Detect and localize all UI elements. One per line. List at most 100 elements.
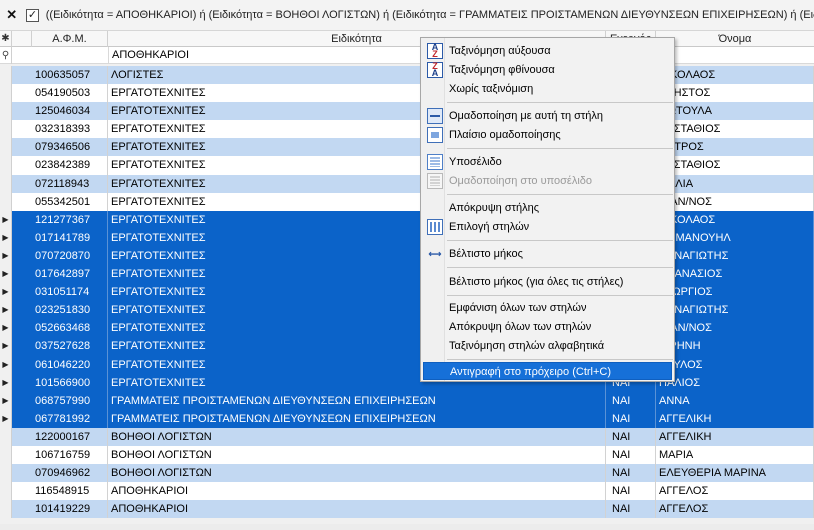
cell-active[interactable]: ΝΑΙ bbox=[606, 409, 656, 428]
table-row[interactable]: ▶052663468ΕΡΓΑΤΟΤΕΧΝΙΤΕΣΝΑΙΙΩΑΝ/ΝΟΣ bbox=[0, 319, 814, 338]
table-row[interactable]: ▶ 068757990 ΓΡΑΜΜΑΤΕΙΣ ΠΡΟΙΣΤΑΜΕΝΩΝ ΔΙΕΥΘΥ… bbox=[0, 391, 814, 410]
cell-specialty[interactable]: ΑΠΟΘΗΚΑΡΙΟΙ bbox=[108, 482, 606, 501]
menu-item-group-box[interactable]: Πλαίσιο ομαδοποίησης bbox=[423, 126, 672, 144]
cell-name[interactable]: ΑΓΓΕΛΙΚΗ bbox=[656, 427, 814, 446]
menu-item-sort-descending[interactable]: ZA Ταξινόμηση φθίνουσα bbox=[423, 61, 672, 79]
cell-afm[interactable]: 116548915 bbox=[32, 482, 108, 501]
cell-afm[interactable]: 125046034 bbox=[32, 102, 108, 121]
table-row[interactable]: ▶017642897ΕΡΓΑΤΟΤΕΧΝΙΤΕΣΝΑΙΑΘΑΝΑΣΙΟΣ bbox=[0, 265, 814, 284]
cell-specialty[interactable]: ΒΟΗΘΟΙ ΛΟΓΙΣΤΩΝ bbox=[108, 427, 606, 446]
cell-name[interactable]: ΕΜΜΑΝΟΥΗΛ bbox=[656, 228, 814, 247]
cell-name[interactable]: ΙΤΑΛΙΑ bbox=[656, 174, 814, 193]
cell-afm[interactable]: 070946962 bbox=[32, 464, 108, 483]
cell-name[interactable]: ΠΑΛΙΟΣ bbox=[656, 373, 814, 392]
cell-afm[interactable]: 061046220 bbox=[32, 355, 108, 374]
cell-afm[interactable]: 101419229 bbox=[32, 500, 108, 519]
cell-name[interactable]: ΧΡΗΣΤΟΣ bbox=[656, 84, 814, 103]
table-row[interactable]: ▶061046220ΕΡΓΑΤΟΤΕΧΝΙΤΕΣΝΑΙΠΑΥΛΟΣ bbox=[0, 355, 814, 374]
cell-afm[interactable]: 023251830 bbox=[32, 301, 108, 320]
cell-name[interactable]: ΑΓΓΕΛΟΣ bbox=[656, 482, 814, 501]
menu-item-no-sort[interactable]: Χωρίς ταξινόμιση bbox=[423, 80, 672, 98]
cell-specialty[interactable]: ΓΡΑΜΜΑΤΕΙΣ ΠΡΟΙΣΤΑΜΕΝΩΝ ΔΙΕΥΘΥΝΣΕΩΝ ΕΠΙΧ… bbox=[108, 391, 606, 410]
table-row[interactable]: 079346506ΕΡΓΑΤΟΤΕΧΝΙΤΕΣΝΑΙΠΕΤΡΟΣ bbox=[0, 138, 814, 157]
table-row[interactable]: 070946962 ΒΟΗΘΟΙ ΛΟΓΙΣΤΩΝ ΝΑΙ ΕΛΕΥΘΕΡΙΑ ΜΑΡ… bbox=[0, 464, 814, 483]
cell-name[interactable]: ΑΓΓΕΛΟΣ bbox=[656, 500, 814, 519]
cell-afm[interactable]: 122000167 bbox=[32, 427, 108, 446]
cell-afm[interactable]: 017642897 bbox=[32, 265, 108, 284]
menu-item-best-fit[interactable]: ⟷ Βέλτιστο μήκος bbox=[423, 245, 672, 263]
table-row[interactable]: 125046034ΕΡΓΑΤΟΤΕΧΝΙΤΕΣΝΑΙΦΩΤΟΥΛΑ bbox=[0, 102, 814, 121]
cell-specialty[interactable]: ΒΟΗΘΟΙ ΛΟΓΙΣΤΩΝ bbox=[108, 445, 606, 465]
cell-name[interactable]: ΝΙΚΟΛΑΟΣ bbox=[656, 66, 814, 85]
close-filter-icon[interactable]: ✕ bbox=[5, 7, 18, 22]
cell-name[interactable]: ΕΛΕΥΘΕΡΙΑ ΜΑΡΙΝΑ bbox=[656, 464, 814, 483]
cell-afm[interactable]: 100635057 bbox=[32, 66, 108, 85]
menu-item-sort-columns-alpha[interactable]: Ταξινόμηση στηλών αλφαβητικά bbox=[423, 337, 672, 355]
cell-name[interactable]: ΠΑΥΛΟΣ bbox=[656, 355, 814, 374]
table-row[interactable]: ▶023251830ΕΡΓΑΤΟΤΕΧΝΙΤΕΣΝΑΙΠΑΝΑΓΙΩΤΗΣ bbox=[0, 301, 814, 320]
cell-afm[interactable]: 070720870 bbox=[32, 246, 108, 266]
cell-afm[interactable]: 072118943 bbox=[32, 174, 108, 193]
cell-name[interactable]: ΕΥΣΤΑΘΙΟΣ bbox=[656, 120, 814, 139]
cell-afm[interactable]: 121277367 bbox=[32, 210, 108, 229]
cell-afm[interactable]: 023842389 bbox=[32, 156, 108, 175]
table-row[interactable]: 032318393ΕΡΓΑΤΟΤΕΧΝΙΤΕΣΝΑΙΕΥΣΤΑΘΙΟΣ bbox=[0, 120, 814, 139]
table-row[interactable]: ▶121277367ΕΡΓΑΤΟΤΕΧΝΙΤΕΣΝΑΙΝΙΚΟΛΑΟΣ bbox=[0, 210, 814, 229]
cell-afm[interactable]: 101566900 bbox=[32, 373, 108, 392]
cell-afm[interactable]: 054190503 bbox=[32, 84, 108, 103]
table-row[interactable]: 106716759 ΒΟΗΘΟΙ ΛΟΓΙΣΤΩΝ ΝΑΙ ΜΑΡΙΑ bbox=[0, 445, 814, 465]
table-row[interactable]: 055342501ΕΡΓΑΤΟΤΕΧΝΙΤΕΣΝΑΙΙΩΑΝ/ΝΟΣ bbox=[0, 192, 814, 211]
cell-afm[interactable]: 017141789 bbox=[32, 228, 108, 247]
cell-afm[interactable]: 031051174 bbox=[32, 283, 108, 302]
table-row[interactable]: ▶ 067781992 ΓΡΑΜΜΑΤΕΙΣ ΠΡΟΙΣΤΑΜΕΝΩΝ ΔΙΕΥΘΥ… bbox=[0, 409, 814, 428]
cell-afm[interactable]: 079346506 bbox=[32, 138, 108, 157]
cell-afm[interactable]: 068757990 bbox=[32, 391, 108, 410]
menu-item-group-by-column[interactable]: Ομαδοποίηση με αυτή τη στήλη bbox=[423, 107, 672, 125]
table-row[interactable]: 023842389ΕΡΓΑΤΟΤΕΧΝΙΤΕΣΝΑΙΕΥΣΤΑΘΙΟΣ bbox=[0, 156, 814, 175]
table-row[interactable]: ▶070720870ΕΡΓΑΤΟΤΕΧΝΙΤΕΣΝΑΙΠΑΝΑΓΙΩΤΗΣ bbox=[0, 246, 814, 266]
menu-item-show-all-columns[interactable]: Εμφάνιση όλων των στηλών bbox=[423, 299, 672, 317]
cell-afm[interactable]: 106716759 bbox=[32, 445, 108, 465]
cell-name[interactable]: ΕΥΣΤΑΘΙΟΣ bbox=[656, 156, 814, 175]
menu-item-hide-column[interactable]: Απόκρυψη στήλης bbox=[423, 199, 672, 217]
filter-expression[interactable]: ((Ειδικότητα = ΑΠΟΘΗΚΑΡΙΟΙ) ή (Ειδικότητ… bbox=[46, 9, 814, 21]
cell-active[interactable]: ΝΑΙ bbox=[606, 482, 656, 501]
cell-name[interactable]: ΙΩΑΝ/ΝΟΣ bbox=[656, 192, 814, 211]
cell-specialty[interactable]: ΓΡΑΜΜΑΤΕΙΣ ΠΡΟΙΣΤΑΜΕΝΩΝ ΔΙΕΥΘΥΝΣΕΩΝ ΕΠΙΧ… bbox=[108, 409, 606, 428]
cell-name[interactable]: ΑΝΝΑ bbox=[656, 391, 814, 410]
cell-specialty[interactable]: ΒΟΗΘΟΙ ΛΟΓΙΣΤΩΝ bbox=[108, 464, 606, 483]
menu-item-best-fit-all[interactable]: Βέλτιστο μήκος (για όλες τις στήλες) bbox=[423, 273, 672, 291]
table-row[interactable]: 100635057ΛΟΓΙΣΤΕΣΝΑΙΝΙΚΟΛΑΟΣ bbox=[0, 66, 814, 85]
cell-active[interactable]: ΝΑΙ bbox=[606, 391, 656, 410]
cell-afm[interactable]: 067781992 bbox=[32, 409, 108, 428]
table-row[interactable]: ▶031051174ΕΡΓΑΤΟΤΕΧΝΙΤΕΣΝΑΙΓΕΩΡΓΙΟΣ bbox=[0, 283, 814, 302]
table-row[interactable]: 072118943ΕΡΓΑΤΟΤΕΧΝΙΤΕΣΝΑΙΙΤΑΛΙΑ bbox=[0, 174, 814, 193]
cell-name[interactable]: ΦΩΤΟΥΛΑ bbox=[656, 102, 814, 121]
table-row[interactable]: 054190503ΕΡΓΑΤΟΤΕΧΝΙΤΕΣΝΑΙΧΡΗΣΤΟΣ bbox=[0, 84, 814, 103]
table-row[interactable]: 101419229 ΑΠΟΘΗΚΑΡΙΟΙ ΝΑΙ ΑΓΓΕΛΟΣ bbox=[0, 500, 814, 519]
cell-name[interactable]: ΠΑΝΑΓΙΩΤΗΣ bbox=[656, 301, 814, 320]
cell-name[interactable]: ΑΓΓΕΛΙΚΗ bbox=[656, 409, 814, 428]
cell-name[interactable]: ΓΕΩΡΓΙΟΣ bbox=[656, 283, 814, 302]
cell-afm[interactable]: 052663468 bbox=[32, 319, 108, 338]
cell-name[interactable]: ΜΑΡΙΑ bbox=[656, 445, 814, 465]
header-afm[interactable]: Α.Φ.Μ. bbox=[32, 31, 108, 47]
cell-active[interactable]: ΝΑΙ bbox=[606, 427, 656, 446]
table-row[interactable]: 122000167 ΒΟΗΘΟΙ ΛΟΓΙΣΤΩΝ ΝΑΙ ΑΓΓΕΛΙΚΗ bbox=[0, 427, 814, 446]
cell-name[interactable]: ΕΙΡΗΝΗ bbox=[656, 337, 814, 356]
cell-active[interactable]: ΝΑΙ bbox=[606, 445, 656, 465]
table-row[interactable]: ▶017141789ΕΡΓΑΤΟΤΕΧΝΙΤΕΣΝΑΙΕΜΜΑΝΟΥΗΛ bbox=[0, 228, 814, 247]
cell-name[interactable]: ΙΩΑΝ/ΝΟΣ bbox=[656, 319, 814, 338]
cell-name[interactable]: ΑΘΑΝΑΣΙΟΣ bbox=[656, 265, 814, 284]
cell-active[interactable]: ΝΑΙ bbox=[606, 500, 656, 519]
cell-name[interactable]: ΝΙΚΟΛΑΟΣ bbox=[656, 210, 814, 229]
cell-afm[interactable]: 037527628 bbox=[32, 337, 108, 356]
header-name[interactable]: Όνομα bbox=[656, 31, 814, 47]
table-row[interactable]: ▶037527628ΕΡΓΑΤΟΤΕΧΝΙΤΕΣΝΑΙΕΙΡΗΝΗ bbox=[0, 337, 814, 356]
cell-name[interactable]: ΠΕΤΡΟΣ bbox=[656, 138, 814, 157]
menu-item-copy-clipboard[interactable]: Αντιγραφή στο πρόχειρο (Ctrl+C) bbox=[423, 362, 672, 380]
filter-enabled-checkbox[interactable]: ✓ bbox=[26, 8, 39, 22]
cell-afm[interactable]: 055342501 bbox=[32, 192, 108, 211]
menu-item-sort-ascending[interactable]: AZ Ταξινόμηση αύξουσα bbox=[423, 42, 672, 60]
cell-afm[interactable]: 032318393 bbox=[32, 120, 108, 139]
